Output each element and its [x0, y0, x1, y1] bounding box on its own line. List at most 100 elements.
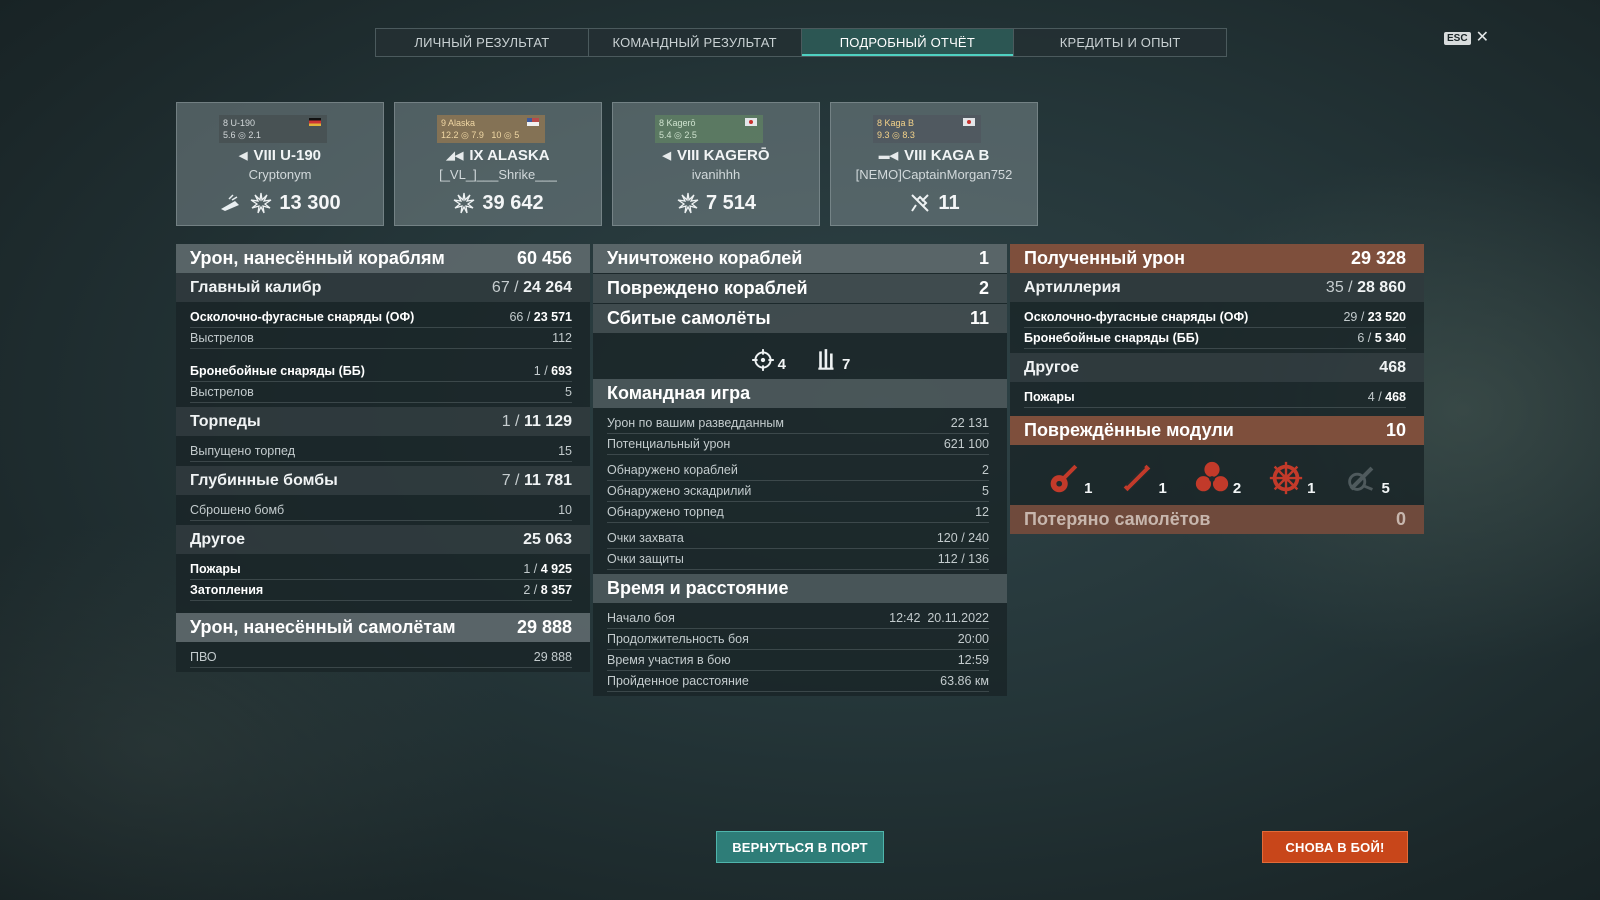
ship-name: VIII KAGA B: [904, 147, 990, 164]
other-damage-header: Другое 25 063: [176, 525, 590, 554]
hits: 35: [1325, 278, 1344, 296]
row-value: 22 131: [950, 416, 989, 430]
row-value: 6 / 5 340: [1357, 331, 1406, 345]
stat-row: Время участия в бою 12:59: [607, 650, 989, 671]
battle-again-button[interactable]: СНОВА В БОЙ!: [1262, 831, 1408, 863]
ship-card[interactable]: 8 U-190 5.6 ◎ 2.1 ◀ VIII U-190 Cryptonym…: [176, 102, 384, 226]
stat-row: Продолжительность боя 20:00: [607, 629, 989, 650]
row-value: 12: [975, 505, 989, 519]
esc-key-label: ESC: [1444, 31, 1471, 45]
mini-ship-stats: 9.3 ◎ 8.3: [877, 130, 915, 140]
damage: 8 357: [540, 583, 572, 597]
row-label: Осколочно-фугасные снаряды (ОФ): [1024, 310, 1249, 324]
stat-row: Пожары 4 / 468: [1024, 387, 1406, 408]
ship-damage-stat: 39 642: [395, 191, 601, 215]
mini-ship-name: 8 Kagerō: [659, 118, 696, 128]
sub-value: 25 063: [523, 530, 572, 548]
mini-ship-name: 8 U-190: [223, 118, 256, 128]
sub-label: Другое: [1024, 358, 1079, 376]
mini-ship-stats-extra: 10 ◎ 5: [491, 130, 520, 140]
header-label: Время и расстояние: [607, 578, 789, 598]
header-label: Командная игра: [607, 383, 751, 403]
sub-value: 7 / 11 781: [502, 472, 572, 490]
row-label: Обнаружено эскадрилий: [607, 484, 752, 498]
damage-dealt-panel: Урон, нанесённый кораблям 60 456 Главный…: [176, 244, 590, 672]
sub-label: Артиллерия: [1024, 278, 1121, 296]
damaged-modules-header: Повреждённые модули 10: [1010, 416, 1424, 445]
ship-planes-stat: 11: [831, 191, 1037, 215]
tab-personal-result[interactable]: ЛИЧНЫЙ РЕЗУЛЬТАТ: [376, 29, 589, 56]
stat-row: Обнаружено кораблей 2: [607, 460, 989, 481]
ship-card[interactable]: 8 Kaga B 9.3 ◎ 8.3 ▬◀ VIII KAGA B [NEMO]…: [830, 102, 1038, 226]
row-label: Урон по вашим разведданным: [607, 416, 784, 430]
torpedo-rows: Выпущено торпед 15: [176, 436, 590, 466]
flag-icon: [309, 118, 321, 126]
ship-name-row: ◀ VIII KAGERŌ: [613, 147, 819, 164]
return-to-port-button[interactable]: ВЕРНУТЬСЯ В ПОРТ: [716, 831, 884, 863]
header-label: Уничтожено кораблей: [607, 248, 803, 268]
row-value: 1 / 693: [533, 364, 572, 378]
carrier-icon: ▬◀: [878, 150, 899, 162]
stat-row: Бронебойные снаряды (ББ) 6 / 5 340: [1024, 328, 1406, 349]
sub-value: 67 / 24 264: [492, 279, 572, 297]
row-label: Время участия в бою: [607, 653, 731, 667]
aa-guns-icon: [818, 349, 834, 370]
damage: 11 129: [523, 412, 572, 430]
damage: 23 571: [533, 310, 572, 324]
row-label: Выстрелов: [190, 331, 254, 345]
header-label: Потеряно самолётов: [1024, 509, 1211, 529]
module-aa: 5: [1342, 459, 1390, 497]
mini-ship-name: 8 Kaga B: [877, 118, 915, 128]
row-label: Сброшено бомб: [190, 503, 285, 517]
row-label: Выпущено торпед: [190, 444, 295, 458]
aa-kills-value: 7: [842, 356, 851, 373]
header-value: 1: [978, 248, 989, 268]
damage-icon: [454, 192, 475, 214]
cruiser-icon: ◢◀: [446, 150, 464, 162]
ship-name-row: ▬◀ VIII KAGA B: [831, 147, 1037, 164]
submarine-icon: ◀: [239, 150, 248, 162]
time-distance-rows: Начало боя 12:42 20.11.2022 Продолжительн…: [593, 603, 1007, 696]
header-label: Повреждённые модули: [1024, 420, 1234, 440]
sub-label: Главный калибр: [190, 278, 322, 296]
row-value: 63.86 км: [940, 674, 989, 688]
header-label: Урон, нанесённый кораблям: [190, 248, 445, 268]
ship-card[interactable]: 8 Kagerō 5.4 ◎ 2.5 ◀ VIII KAGERŌ ivanihh…: [612, 102, 820, 226]
damaged-ships-header: Повреждено кораблей 2: [593, 274, 1007, 303]
steering-icon: [1270, 461, 1303, 495]
stat-row: Выстрелов 112: [190, 328, 572, 349]
stat-row: Выпущено торпед 15: [190, 441, 572, 462]
damage-received-panel: Полученный урон 29 328 Артиллерия 35 / 2…: [1010, 244, 1424, 534]
ship-name: VIII U-190: [253, 147, 321, 164]
stat-row: Начало боя 12:42 20.11.2022: [607, 608, 989, 629]
player-name: Cryptonym: [248, 167, 312, 182]
torpedo-tubes-icon: [1124, 464, 1151, 492]
tab-team-result[interactable]: КОМАНДНЫЙ РЕЗУЛЬТАТ: [589, 29, 802, 56]
tab-detailed-report[interactable]: ПОДРОБНЫЙ ОТЧЁТ: [801, 29, 1015, 56]
aa-rows: ПВО 29 888: [176, 642, 590, 672]
damage: 11 781: [523, 471, 572, 489]
planes-shot-header: Сбитые самолёты 11: [593, 304, 1007, 333]
ship-name: VIII KAGERŌ: [676, 147, 770, 164]
row-value: 2 / 8 357: [523, 583, 572, 597]
ship-mini-info: 9 Alaska 12.2 ◎ 7.9 10 ◎ 5: [437, 115, 545, 143]
close-button[interactable]: ESC ✕: [1444, 30, 1489, 46]
stat-row: Осколочно-фугасные снаряды (ОФ) 29 / 23 5…: [1024, 307, 1406, 328]
tab-credits-xp[interactable]: КРЕДИТЫ И ОПЫТ: [1014, 29, 1226, 56]
row-value: 20:00: [957, 632, 989, 646]
ship-damage-value: 39 642: [482, 191, 544, 214]
stat-row: Пожары 1 / 4 925: [190, 559, 572, 580]
time-distance-header: Время и расстояние: [593, 574, 1007, 603]
ship-name-row: ◢◀ IX ALASKA: [395, 147, 601, 164]
ship-damage-stat: 7 514: [613, 191, 819, 215]
row-value: 112: [552, 331, 572, 345]
row-value: 12:42 20.11.2022: [889, 611, 989, 625]
ship-card[interactable]: 9 Alaska 12.2 ◎ 7.9 10 ◎ 5 ◢◀ IX ALASKA …: [394, 102, 602, 226]
row-label: Очки захвата: [607, 531, 684, 545]
guns-icon: [1050, 464, 1078, 493]
ship-damage-stat: 13 300: [177, 191, 383, 215]
ship-name-row: ◀ VIII U-190: [177, 147, 383, 164]
mini-ship-stats: 5.6 ◎ 2.1: [223, 130, 261, 140]
